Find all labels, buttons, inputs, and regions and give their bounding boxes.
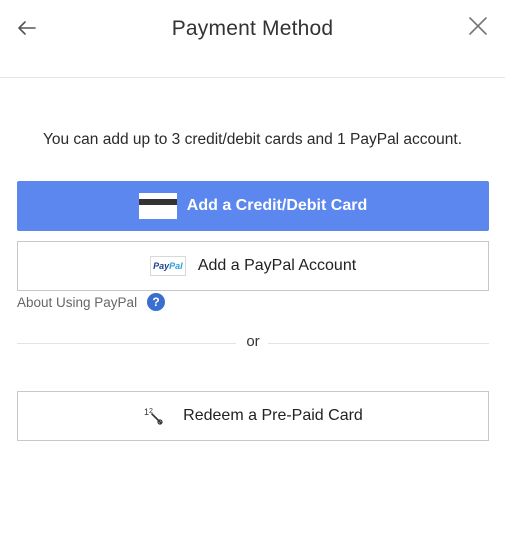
paypal-logo-icon: Pay Pal: [149, 256, 186, 276]
redeem-prepaid-card-button[interactable]: 1 2 Redeem a Pre-Paid Card: [17, 391, 489, 441]
payment-method-dialog: Payment Method You can add up to 3 credi…: [0, 0, 505, 533]
close-icon: [469, 17, 487, 35]
add-card-label: Add a Credit/Debit Card: [186, 197, 368, 214]
add-paypal-account-button[interactable]: Pay Pal Add a PayPal Account: [17, 241, 489, 291]
page-title: Payment Method: [171, 17, 334, 40]
add-paypal-label: Add a PayPal Account: [197, 257, 357, 274]
dialog-header: Payment Method: [0, 0, 505, 78]
add-credit-debit-card-button[interactable]: Add a Credit/Debit Card: [17, 181, 489, 231]
credit-card-icon: [138, 193, 177, 219]
about-paypal-row: About Using PayPal ?: [17, 293, 166, 311]
divider-line-right: [268, 343, 489, 344]
divider-text: or: [246, 333, 260, 350]
redeem-label: Redeem a Pre-Paid Card: [183, 407, 363, 424]
or-divider: or: [17, 333, 489, 353]
about-paypal-link[interactable]: About Using PayPal: [17, 295, 137, 310]
close-button[interactable]: [467, 15, 489, 37]
prepaid-card-icon: 1 2: [143, 406, 165, 426]
card-limit-info: You can add up to 3 credit/debit cards a…: [42, 131, 463, 148]
question-icon[interactable]: ?: [147, 293, 166, 311]
